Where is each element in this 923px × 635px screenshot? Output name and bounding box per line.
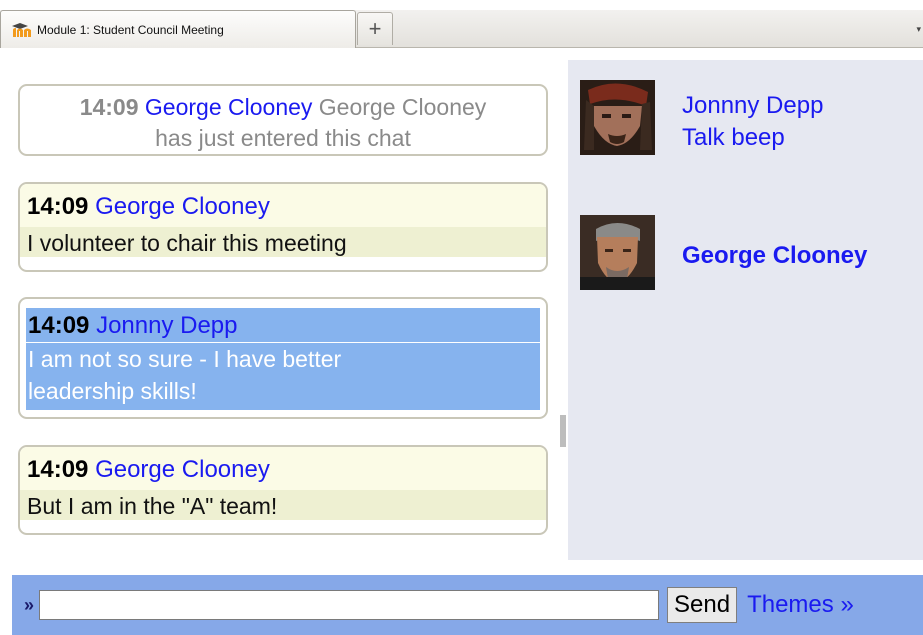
message-input[interactable] xyxy=(39,590,660,620)
user-info: Jonnny Depp Talk beep xyxy=(682,80,823,155)
message-user: Jonnny Depp xyxy=(96,312,238,339)
tab-list-arrow-icon[interactable]: ▾ xyxy=(916,24,921,35)
man-avatar xyxy=(580,215,655,290)
themes-link[interactable]: Themes » xyxy=(747,591,854,619)
message-user: George Clooney xyxy=(95,193,270,220)
pane-splitter-handle[interactable] xyxy=(560,415,566,447)
message-text-line2: has just entered this chat xyxy=(155,125,411,151)
talk-beep-link[interactable]: Talk beep xyxy=(682,122,823,154)
user-info: George Clooney xyxy=(682,215,867,290)
chat-message: 14:09 George Clooney I volunteer to chai… xyxy=(18,182,548,272)
user-name-link[interactable]: George Clooney xyxy=(682,240,867,272)
message-text: But I am in the "A" team! xyxy=(20,490,546,520)
user-name-link[interactable]: Jonnny Depp xyxy=(682,90,823,122)
moodle-logo-icon xyxy=(11,22,33,38)
message-text: I am not so sure - I have better leaders… xyxy=(26,343,540,407)
message-text: I volunteer to chair this meeting xyxy=(20,227,546,257)
browser-tab[interactable]: Module 1: Student Council Meeting xyxy=(0,10,356,48)
chat-message-highlighted: 14:09 Jonnny Depp I am not so sure - I h… xyxy=(18,297,548,419)
message-header: 14:09 George Clooney xyxy=(20,447,546,490)
message-time: 14:09 xyxy=(27,456,89,483)
system-message: 14:09 George Clooney George Clooney has … xyxy=(18,84,548,156)
new-tab-button[interactable]: + xyxy=(357,12,393,45)
prompt-icon: » xyxy=(24,594,35,615)
message-user: George Clooney xyxy=(95,456,270,483)
message-header: 14:09 George Clooney xyxy=(20,184,546,227)
message-text: George Clooney xyxy=(318,94,487,120)
messages-pane: 14:09 George Clooney George Clooney has … xyxy=(0,60,555,560)
input-bar: » Send Themes » xyxy=(12,575,923,635)
pirate-avatar xyxy=(580,80,655,155)
users-pane: Jonnny Depp Talk beep George Clooney xyxy=(568,60,923,560)
message-text-line2: leadership skills! xyxy=(28,378,197,404)
message-highlight: 14:09 Jonnny Depp I am not so sure - I h… xyxy=(26,308,540,410)
user-entry: Jonnny Depp Talk beep xyxy=(580,80,823,155)
user-entry: George Clooney xyxy=(580,215,867,290)
message-time: 14:09 xyxy=(28,312,90,339)
chat-window: Module 1: Student Council Meeting + ▾ 14… xyxy=(0,0,923,635)
message-time: 14:09 xyxy=(27,193,89,220)
message-text-line1: I am not so sure - I have better xyxy=(28,346,342,372)
tab-title: Module 1: Student Council Meeting xyxy=(37,22,224,37)
message-user: George Clooney xyxy=(144,94,313,120)
message-time: 14:09 xyxy=(79,94,139,120)
chat-message: 14:09 George Clooney But I am in the "A"… xyxy=(18,445,548,535)
send-button[interactable]: Send xyxy=(667,587,738,623)
message-header: 14:09 Jonnny Depp xyxy=(26,308,540,343)
browser-tab-strip: Module 1: Student Council Meeting + ▾ xyxy=(0,0,923,48)
